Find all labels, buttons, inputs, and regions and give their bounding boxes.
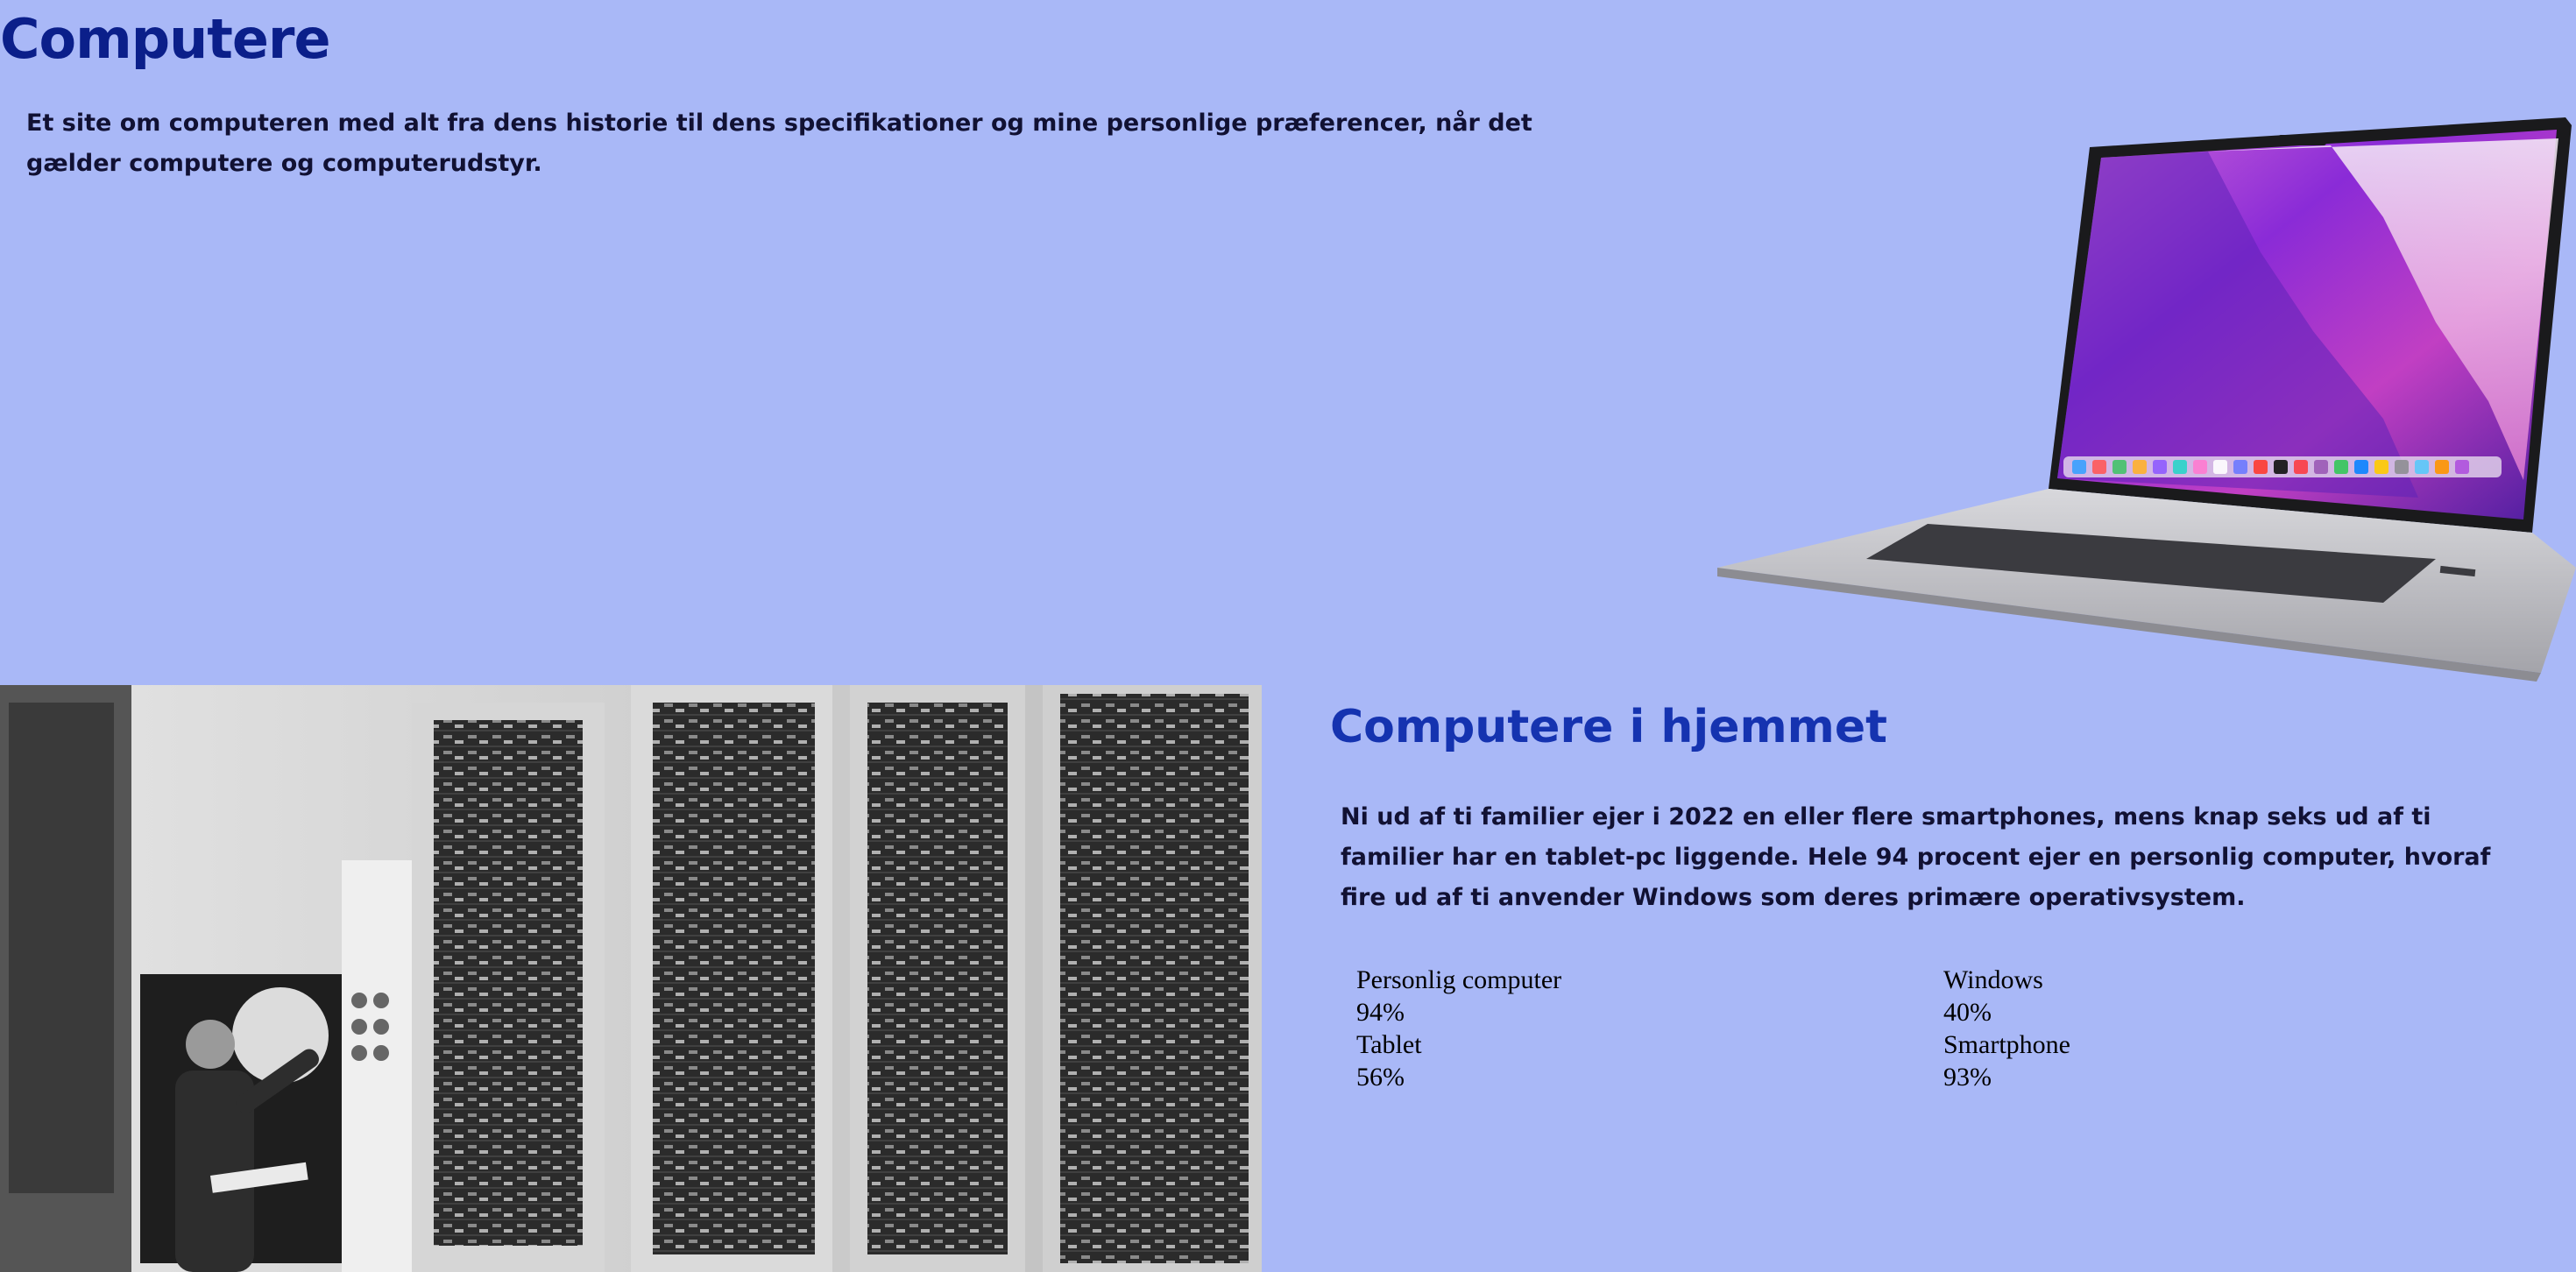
stat-item: Personlig computer 94% bbox=[1356, 964, 1943, 1028]
stats-table: Personlig computer 94% Windows 40% Table… bbox=[1356, 964, 2530, 1093]
intro-text: Et site om computeren med alt fra dens h… bbox=[26, 110, 1532, 177]
laptop-illustration bbox=[1717, 117, 2576, 682]
stat-value: 94% bbox=[1356, 998, 1405, 1027]
section-text: Ni ud af ti familier ejer i 2022 en elle… bbox=[1341, 803, 2491, 911]
stat-label: Tablet bbox=[1356, 1030, 1422, 1059]
stat-value: 56% bbox=[1356, 1063, 1405, 1092]
mainframe-photo bbox=[0, 685, 1262, 1272]
mainframe-illustration bbox=[0, 685, 1262, 1272]
stat-value: 40% bbox=[1943, 998, 1992, 1027]
page-title: Computere bbox=[0, 7, 331, 71]
stat-label: Personlig computer bbox=[1356, 965, 1562, 994]
stat-item: Tablet 56% bbox=[1356, 1028, 1943, 1093]
section-title: Computere i hjemmet bbox=[1330, 701, 1887, 753]
stat-value: 93% bbox=[1943, 1063, 1992, 1092]
laptop-image bbox=[1717, 112, 2576, 682]
stat-item: Windows 40% bbox=[1943, 964, 2530, 1028]
stat-item: Smartphone 93% bbox=[1943, 1028, 2530, 1093]
stat-label: Smartphone bbox=[1943, 1030, 2070, 1059]
stat-label: Windows bbox=[1943, 965, 2043, 994]
